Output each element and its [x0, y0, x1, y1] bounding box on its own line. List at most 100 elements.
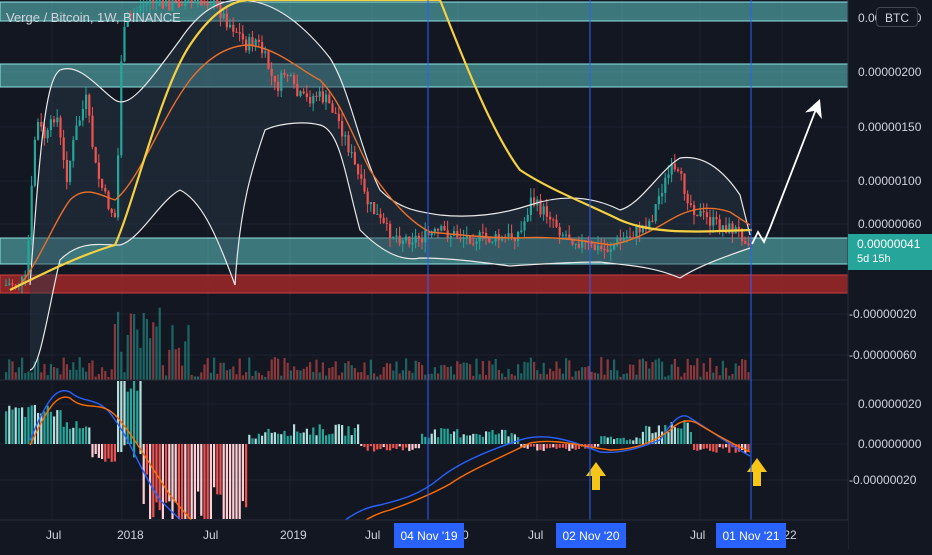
macd-hist-bar	[408, 444, 411, 452]
volume-bar	[641, 358, 644, 380]
candle-body	[296, 83, 299, 96]
volume-bar	[171, 325, 174, 380]
macd-hist-bar	[277, 433, 280, 444]
volume-bar	[315, 359, 318, 380]
x-tick-label: Jul	[203, 528, 218, 542]
volume-bar	[21, 357, 24, 380]
candle-body	[155, 0, 158, 3]
macd-hist-bar	[558, 444, 561, 448]
macd-hist-bar	[270, 432, 273, 444]
macd-hist-bar	[113, 444, 116, 462]
candle-body	[117, 155, 120, 218]
macd-hist-bar	[485, 431, 488, 444]
macd-hist-bar	[5, 411, 8, 444]
macd-hist-bar	[709, 444, 712, 451]
macd-hist-bar	[126, 391, 129, 444]
candle-body	[232, 24, 235, 32]
volume-bar	[475, 358, 478, 380]
candle-body	[379, 213, 382, 218]
candle-body	[334, 112, 337, 114]
macd-hist-bar	[69, 428, 72, 444]
macd-hist-bar	[248, 434, 251, 444]
candle-body	[421, 238, 424, 243]
candle-body	[744, 241, 747, 244]
volume-bar	[382, 367, 385, 380]
macd-hist-bar	[689, 431, 692, 444]
candle-body	[414, 235, 417, 243]
volume-bar	[168, 349, 171, 380]
volume-bar	[149, 338, 152, 380]
volume-bar	[347, 361, 350, 380]
y-tick-label: -0.00000060	[849, 348, 917, 362]
volume-bar	[104, 371, 107, 380]
macd-hist-bar	[190, 444, 193, 519]
macd-arrow-1	[586, 462, 606, 490]
candle-body	[40, 121, 43, 127]
candle-body	[174, 0, 177, 2]
candle-body	[437, 228, 440, 231]
macd-hist-bar	[350, 435, 353, 444]
x-tick-label: 2019	[280, 528, 307, 542]
currency-badge[interactable]: BTC	[876, 7, 918, 27]
macd-hist-bar	[273, 432, 276, 444]
macd-hist-bar	[609, 436, 612, 444]
volume-bar	[254, 370, 257, 380]
candle-body	[59, 117, 62, 138]
chart-svg[interactable]: 0.00000250 0.00000200 0.00000150 0.00000…	[0, 0, 932, 551]
candle-body	[321, 91, 324, 103]
macd-hist-bar	[449, 433, 452, 444]
candle-body	[549, 216, 552, 220]
macd-hist-bar	[405, 444, 408, 448]
volume-bar	[344, 363, 347, 380]
volume-bar	[325, 375, 328, 380]
macd-hist-bar	[357, 424, 360, 444]
volume-bar	[549, 368, 552, 380]
macd-hist-bar	[622, 437, 625, 444]
macd-hist-bar	[561, 444, 564, 448]
volume-bar	[430, 373, 433, 380]
candle-body	[325, 94, 328, 103]
volume-bar	[14, 372, 17, 380]
macd-hist-bar	[568, 444, 571, 451]
price-axis[interactable]: 0.00000250 0.00000200 0.00000150 0.00000…	[847, 0, 932, 550]
macd-hist-bar	[680, 428, 683, 444]
macd-hist-bar	[133, 381, 136, 458]
candle-body	[609, 249, 612, 252]
candle-body	[382, 217, 385, 223]
candle-body	[673, 163, 676, 170]
volume-bar	[302, 368, 305, 380]
macd-hist-bar	[139, 381, 142, 455]
candle-body	[75, 125, 78, 141]
macd-hist-bar	[456, 429, 459, 444]
macd-hist-bar	[219, 444, 222, 495]
volume-bar	[459, 363, 462, 380]
volume-bar	[43, 363, 46, 380]
volume-bar	[177, 347, 180, 380]
macd-hist-bar	[430, 433, 433, 444]
candle-body	[30, 185, 33, 241]
volume-bar	[81, 367, 84, 380]
volume-bar	[40, 372, 43, 380]
macd-arrow-2	[747, 458, 767, 486]
macd-hist-bar	[302, 432, 305, 444]
candle-body	[315, 95, 318, 97]
chart-root[interactable]: 0.00000250 0.00000200 0.00000150 0.00000…	[0, 0, 932, 551]
projection-arrow	[751, 98, 822, 245]
candle-body	[37, 121, 40, 140]
volume-bar	[331, 367, 334, 380]
candle-body	[8, 283, 11, 285]
candle-body	[267, 51, 270, 69]
x-tick-label: Jul	[46, 528, 61, 542]
volume-bar	[123, 372, 126, 380]
macd-hist-bar	[552, 444, 555, 448]
volume-bar	[478, 374, 481, 380]
candle-body	[376, 213, 379, 215]
volume-bar	[670, 364, 673, 380]
time-axis[interactable]: Jul 2018 Jul 2019 Jul 2020 Jul 2021 Jul …	[0, 519, 848, 550]
volume-bar	[360, 372, 363, 380]
candle-body	[318, 91, 321, 97]
price-axis-bg	[848, 0, 932, 550]
volume-bar	[91, 360, 94, 380]
y-tick-label: 0.00000150	[858, 120, 922, 134]
volume-bar	[158, 307, 161, 380]
